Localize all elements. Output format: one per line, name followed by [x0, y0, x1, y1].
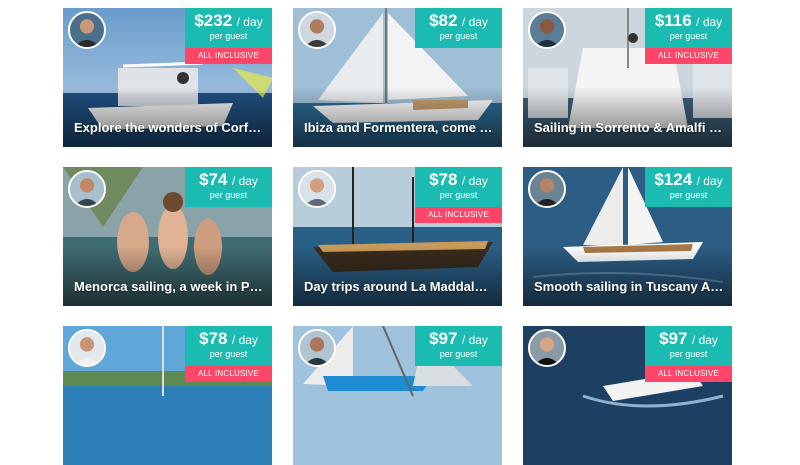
price-tag: $232 / day per guest: [185, 8, 272, 48]
listing-title[interactable]: Smooth sailing in Tuscany Archip...: [534, 279, 724, 295]
listing-title[interactable]: Day trips around La Maddalena A...: [304, 279, 494, 295]
per-guest-label: per guest: [439, 349, 478, 359]
host-avatar[interactable]: [528, 329, 566, 367]
per-guest-label: per guest: [439, 31, 478, 41]
price-unit: / day: [461, 333, 488, 347]
listing-title[interactable]: Ibiza and Formentera, come and ...: [304, 120, 494, 136]
per-guest-label: per guest: [209, 349, 248, 359]
all-inclusive-badge: ALL INCLUSIVE: [185, 366, 272, 382]
host-avatar[interactable]: [528, 170, 566, 208]
all-inclusive-badge: ALL INCLUSIVE: [645, 366, 732, 382]
price-tag: $97 / day per guest: [645, 326, 732, 366]
price-tag: $116 / day per guest: [645, 8, 732, 48]
listing-title[interactable]: Explore the wonders of Corfu in ...: [74, 120, 264, 136]
listing-card-9[interactable]: $97 / day per guest ALL INCLUSIVE: [523, 326, 732, 465]
title-shade: [63, 246, 272, 306]
price-unit: / day: [461, 15, 488, 29]
per-guest-label: per guest: [669, 349, 708, 359]
price-amount: $74: [199, 170, 228, 189]
title-shade: [523, 246, 732, 306]
listing-card-menorca[interactable]: Menorca sailing, a week in Parad... $74 …: [63, 167, 272, 306]
price-amount: $116: [654, 11, 692, 30]
price-unit: / day: [696, 174, 723, 188]
per-guest-label: per guest: [669, 190, 708, 200]
price-unit: / day: [231, 174, 258, 188]
host-avatar[interactable]: [298, 170, 336, 208]
host-avatar[interactable]: [68, 329, 106, 367]
price-tag: $78 / day per guest: [415, 167, 502, 207]
host-avatar[interactable]: [68, 170, 106, 208]
per-guest-label: per guest: [439, 190, 478, 200]
per-guest-label: per guest: [209, 31, 248, 41]
price-amount: $97: [659, 329, 688, 348]
price-amount: $78: [429, 170, 458, 189]
price-unit: / day: [461, 174, 488, 188]
price-unit: / day: [236, 15, 263, 29]
host-avatar[interactable]: [298, 11, 336, 49]
listing-title[interactable]: Sailing in Sorrento & Amalfi Coast: [534, 120, 724, 136]
all-inclusive-badge: ALL INCLUSIVE: [645, 48, 732, 64]
listing-card-8[interactable]: $97 / day per guest: [293, 326, 502, 465]
per-guest-label: per guest: [209, 190, 248, 200]
price-amount: $97: [429, 329, 458, 348]
title-shade: [63, 87, 272, 147]
host-avatar[interactable]: [528, 11, 566, 49]
title-shade: [293, 87, 502, 147]
price-amount: $78: [199, 329, 228, 348]
host-avatar[interactable]: [68, 11, 106, 49]
title-shade: [293, 246, 502, 306]
listing-title[interactable]: Menorca sailing, a week in Parad...: [74, 279, 264, 295]
title-shade: [523, 87, 732, 147]
price-amount: $124: [654, 170, 693, 189]
per-guest-label: per guest: [669, 31, 708, 41]
listing-card-corfu[interactable]: Explore the wonders of Corfu in ... $232…: [63, 8, 272, 147]
listing-card-7[interactable]: $78 / day per guest ALL INCLUSIVE: [63, 326, 272, 465]
listing-card-maddalena[interactable]: Day trips around La Maddalena A... $78 /…: [293, 167, 502, 306]
price-tag: $124 / day per guest: [645, 167, 732, 207]
listing-card-sorrento[interactable]: Sailing in Sorrento & Amalfi Coast $116 …: [523, 8, 732, 147]
listing-card-tuscany[interactable]: Smooth sailing in Tuscany Archip... $124…: [523, 167, 732, 306]
listing-card-ibiza[interactable]: Ibiza and Formentera, come and ... $82 /…: [293, 8, 502, 147]
all-inclusive-badge: ALL INCLUSIVE: [415, 207, 502, 223]
price-tag: $97 / day per guest: [415, 326, 502, 366]
price-tag: $78 / day per guest: [185, 326, 272, 366]
price-tag: $74 / day per guest: [185, 167, 272, 207]
price-unit: / day: [691, 333, 718, 347]
price-amount: $82: [429, 11, 458, 30]
host-avatar[interactable]: [298, 329, 336, 367]
price-tag: $82 / day per guest: [415, 8, 502, 48]
price-amount: $232: [194, 11, 233, 30]
all-inclusive-badge: ALL INCLUSIVE: [185, 48, 272, 64]
price-unit: / day: [231, 333, 258, 347]
price-unit: / day: [696, 15, 723, 29]
